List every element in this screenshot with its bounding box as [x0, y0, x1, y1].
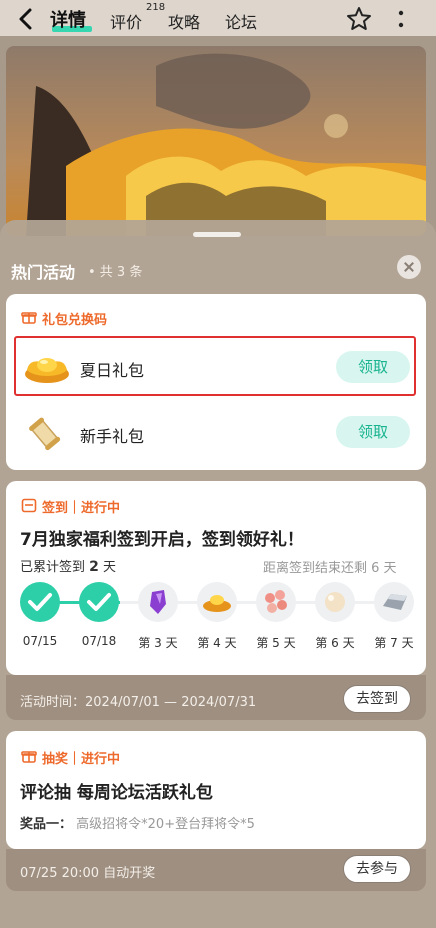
sheet-count: • 共 3 条: [88, 265, 143, 280]
day-4-circle: [197, 582, 237, 622]
day-1-circle: [20, 582, 60, 622]
day-5-circle: [256, 582, 296, 622]
claim-newbie-gift-button[interactable]: 领取: [336, 416, 410, 448]
gift-icon: [21, 312, 37, 324]
lottery-draw-time: 07/25 20:00 自动开奖: [20, 866, 156, 881]
check-icon: [28, 593, 52, 611]
signin-accum-suffix: 天: [103, 560, 117, 575]
silver-bar-icon: [383, 594, 407, 610]
lottery-section-label: 抽奖｜进行中: [42, 752, 121, 767]
day-6-circle: [315, 582, 355, 622]
gold-ingot-icon: [25, 358, 69, 383]
go-signin-button[interactable]: 去签到: [343, 685, 411, 713]
lottery-title: 评论抽 每周论坛活跃礼包: [20, 783, 213, 803]
signin-accumulated: 已累计签到 2 天: [20, 556, 116, 575]
join-lottery-button[interactable]: 去参与: [343, 855, 411, 883]
signin-remaining: 距离签到结束还剩 6 天: [263, 561, 397, 576]
calendar-icon: [21, 498, 37, 513]
lottery-prize-line: 奖品一： 高级招将令*20+登台拜将令*5: [20, 813, 255, 832]
day-2-label: 07/18: [81, 634, 117, 648]
purple-gem-icon: [150, 590, 166, 614]
claim-summer-gift-button[interactable]: 领取: [336, 351, 410, 383]
day-7-circle: [374, 582, 414, 622]
scroll-icon: [29, 417, 61, 451]
day-1-label: 07/15: [22, 634, 58, 648]
prize-label: 奖品一：: [20, 817, 73, 832]
coral-icon: [265, 590, 287, 613]
day-5-label: 第 5 天: [256, 636, 296, 650]
day-3-label: 第 3 天: [138, 636, 178, 650]
back-arrow-icon[interactable]: [14, 6, 40, 32]
day-2-circle: [79, 582, 119, 622]
tab-guides[interactable]: 攻略: [168, 9, 200, 33]
game-banner-image: [6, 46, 426, 236]
gift-icon: [21, 751, 37, 763]
sheet-title: 热门活动: [11, 263, 76, 282]
gift-name-newbie: 新手礼包: [80, 427, 145, 446]
gift-name-summer: 夏日礼包: [80, 361, 145, 380]
tab-details[interactable]: 详情: [50, 6, 86, 32]
gift-code-section-label: 礼包兑换码: [42, 313, 108, 328]
sheet-grabber-handle[interactable]: [193, 232, 241, 237]
tab-forum[interactable]: 论坛: [225, 9, 257, 33]
day-6-label: 第 6 天: [315, 636, 355, 650]
signin-accum-prefix: 已累计签到: [20, 560, 86, 575]
day-7-label: 第 7 天: [374, 636, 414, 650]
more-options-icon[interactable]: [394, 8, 408, 30]
signin-period: 活动时间：2024/07/01 — 2024/07/31: [20, 695, 257, 710]
pearl-icon: [325, 592, 345, 612]
prize-text: 高级招将令*20+登台拜将令*5: [76, 817, 255, 832]
signin-accum-days: 2: [89, 559, 99, 575]
signin-title: 7月独家福利签到开启，签到领好礼！: [20, 530, 304, 550]
reviews-count-badge: 218: [146, 2, 166, 13]
check-icon: [87, 593, 111, 611]
close-sheet-button[interactable]: [397, 255, 421, 279]
tab-reviews[interactable]: 评价: [110, 9, 142, 33]
signin-section-label: 签到｜进行中: [42, 501, 121, 516]
day-3-circle: [138, 582, 178, 622]
gold-ingot-icon: [203, 595, 231, 612]
day-4-label: 第 4 天: [197, 636, 237, 650]
favorite-star-icon[interactable]: [345, 5, 373, 33]
